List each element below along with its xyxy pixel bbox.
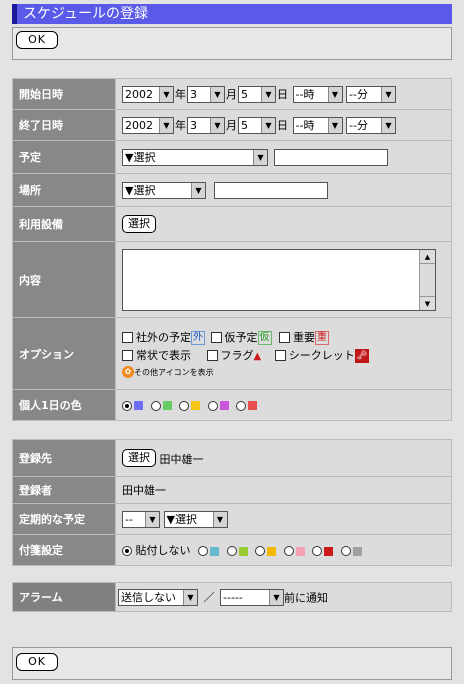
start-month-select[interactable]: 3 ▼ <box>187 85 225 103</box>
color-swatch-5 <box>248 401 257 410</box>
schedule-form: 開始日時 2002 ▼ 年 3 ▼ 月 5 ▼ 日 --時 ▼ --分 ▼ 終了日時 2002 ▼ 年 3… <box>12 78 452 421</box>
sticky-swatch-2 <box>238 546 248 556</box>
alarm-suffix: 前に通知 <box>284 591 328 604</box>
place-text-input[interactable] <box>213 181 328 199</box>
scroll-down-icon[interactable]: ▼ <box>420 295 435 310</box>
repeat-type-select[interactable]: -- ▼ <box>122 510 160 528</box>
page-title: スケジュールの登録 <box>12 4 452 24</box>
registration-form: 登録先 選択 田中雄一 登録者 田中雄一 定期的な予定 -- ▼ ▼選択 ▼ 付箋設… <box>12 439 452 566</box>
start-datetime: 2002 ▼ 年 3 ▼ 月 5 ▼ 日 --時 ▼ --分 ▼ <box>115 78 452 110</box>
sticky-label: 付箋設定 <box>12 534 116 566</box>
start-day-select[interactable]: 5 ▼ <box>238 85 276 103</box>
registrant-label: 登録者 <box>12 476 116 504</box>
end-year-select[interactable]: 2002 ▼ <box>122 116 174 134</box>
start-label: 開始日時 <box>12 78 116 110</box>
flag-icon: ▲ <box>253 350 262 362</box>
option-always-show[interactable]: 常状で表示 <box>122 349 191 362</box>
repeat-detail-select[interactable]: ▼選択 ▼ <box>163 510 228 528</box>
alarm-form: アラーム 送信しない ▼ ／ ----- ▼ 前に通知 <box>12 582 452 612</box>
sticky-swatch-5 <box>324 546 333 556</box>
end-datetime: 2002 ▼ 年 3 ▼ 月 5 ▼ 日 --時 ▼ --分 ▼ <box>115 109 452 141</box>
option-tentative[interactable]: 仮予定仮 <box>210 330 272 345</box>
registrant-value: 田中雄一 <box>115 476 452 504</box>
color-swatch-3 <box>191 401 200 410</box>
sticky-swatch-6 <box>352 546 362 556</box>
plan-text-input[interactable] <box>273 148 388 166</box>
color-swatch-2 <box>162 401 172 410</box>
option-label: オプション <box>12 317 116 390</box>
bottom-toolbar: OK <box>12 647 452 680</box>
end-minute-select[interactable]: --分 ▼ <box>346 116 396 134</box>
textarea-scrollbar[interactable]: ▲ ▼ <box>419 249 435 310</box>
color-radio-3[interactable] <box>179 400 189 411</box>
repeat-label: 定期的な予定 <box>12 503 116 535</box>
top-toolbar: OK <box>12 27 452 60</box>
end-hour-select[interactable]: --時 ▼ <box>292 116 343 134</box>
sticky-radio-none[interactable] <box>122 546 132 556</box>
start-year-select[interactable]: 2002 ▼ <box>122 85 174 103</box>
scroll-up-icon[interactable]: ▲ <box>420 250 435 264</box>
sticky-radio-4[interactable] <box>283 546 294 556</box>
secret-key-icon: 🗝 <box>354 348 369 363</box>
register-to-label: 登録先 <box>12 439 116 477</box>
start-minute-select[interactable]: --分 ▼ <box>346 85 396 103</box>
tentative-icon: 仮 <box>257 330 272 345</box>
place-select[interactable]: ▼選択 ▼ <box>122 181 206 199</box>
alarm-send-select[interactable]: 送信しない ▼ <box>118 588 198 606</box>
content-textarea[interactable]: ▲ ▼ <box>122 248 436 311</box>
ok-button-top[interactable]: OK <box>16 31 58 49</box>
sticky-radio-3[interactable] <box>255 546 265 556</box>
option-outside[interactable]: 社外の予定外 <box>122 330 205 345</box>
end-label: 終了日時 <box>12 109 116 141</box>
color-swatch-1 <box>134 401 143 410</box>
color-label: 個人1日の色 <box>12 389 116 421</box>
equipment-label: 利用設備 <box>12 206 116 242</box>
sticky-swatch-1 <box>210 546 219 556</box>
sticky-radio-2[interactable] <box>226 546 237 556</box>
register-to-select-button[interactable]: 選択 <box>122 449 156 467</box>
alarm-time-select[interactable]: ----- ▼ <box>220 588 284 606</box>
option-secret[interactable]: シークレット🗝 <box>274 348 369 363</box>
plan-label: 予定 <box>12 140 116 174</box>
content-label: 内容 <box>12 241 116 318</box>
option-flag[interactable]: フラグ▲ <box>206 349 262 362</box>
option-important[interactable]: 重要重 <box>279 330 329 345</box>
plan-select[interactable]: ▼選択 ▼ <box>122 148 268 166</box>
sticky-radio-6[interactable] <box>340 546 351 556</box>
color-radio-5[interactable] <box>236 400 246 411</box>
alarm-label: アラーム <box>12 582 116 612</box>
sticky-swatch-3 <box>267 546 276 556</box>
sticky-radio-1[interactable] <box>198 546 208 556</box>
end-day-select[interactable]: 5 ▼ <box>238 116 276 134</box>
end-month-select[interactable]: 3 ▼ <box>187 116 225 134</box>
other-icons-link[interactable]: ✿ その他アイコンを表示 <box>122 365 451 381</box>
ok-button-bottom[interactable]: OK <box>16 653 58 671</box>
color-radio-group <box>115 389 452 421</box>
other-icons-icon: ✿ <box>122 366 134 378</box>
sticky-swatch-4 <box>295 546 305 556</box>
sticky-radio-5[interactable] <box>312 546 322 556</box>
equipment-select-button[interactable]: 選択 <box>122 215 156 233</box>
important-icon: 重 <box>315 330 329 345</box>
register-to-user: 田中雄一 <box>159 453 204 466</box>
color-swatch-4 <box>219 401 229 410</box>
alarm-separator: ／ <box>203 591 215 604</box>
place-label: 場所 <box>12 173 116 207</box>
color-radio-1[interactable] <box>122 400 132 411</box>
start-hour-select[interactable]: --時 ▼ <box>292 85 343 103</box>
sticky-radio-group: 貼付しない <box>115 534 452 566</box>
color-radio-2[interactable] <box>150 400 161 411</box>
color-radio-4[interactable] <box>207 400 218 411</box>
outside-icon: 外 <box>191 330 205 345</box>
